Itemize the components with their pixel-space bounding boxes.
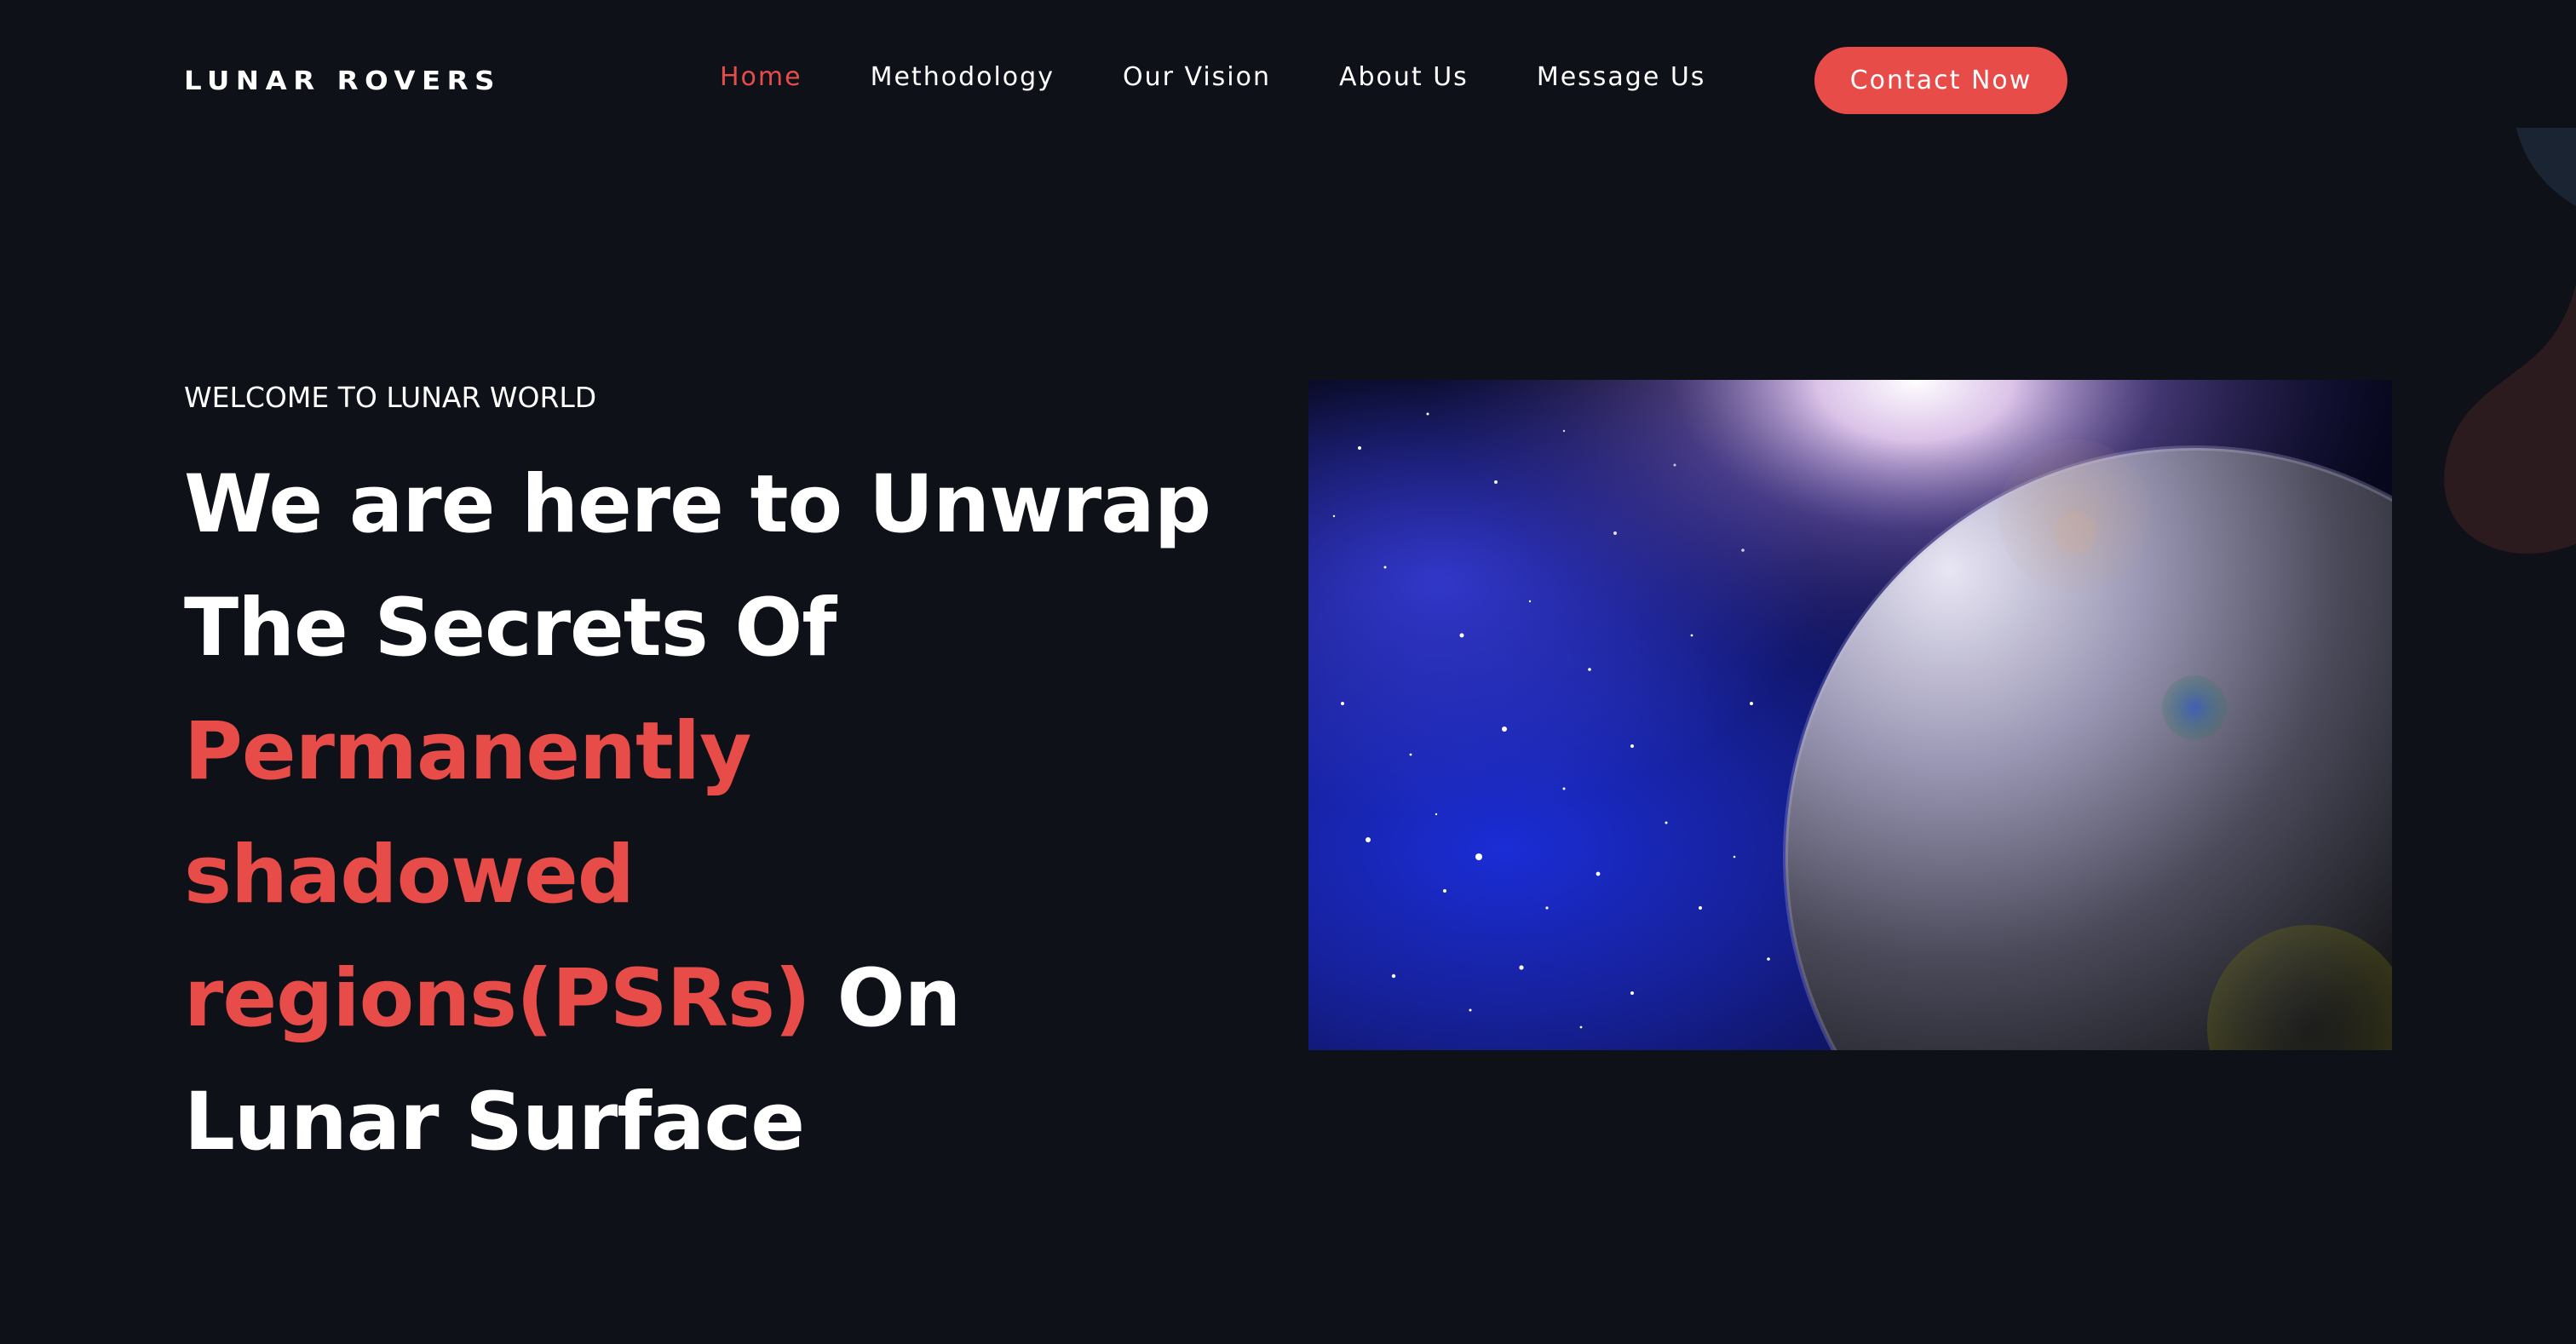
decorative-blob-shape	[2444, 128, 2576, 554]
hero-headline: We are here to Unwrap The Secrets Of Per…	[184, 443, 1325, 1184]
hero-eyebrow: WELCOME TO LUNAR WORLD	[184, 381, 597, 414]
headline-line-1: We are here to Unwrap	[184, 458, 1211, 551]
contact-now-button[interactable]: Contact Now	[1814, 47, 2067, 114]
headline-accent-line-1: Permanently	[184, 705, 751, 798]
page: LUNAR ROVERS Home Methodology Our Vision…	[0, 0, 2576, 1344]
headline-line-5: regions(PSRs) On	[184, 937, 1325, 1060]
nav-item-about-us[interactable]: About Us	[1339, 62, 1469, 92]
headline-last-line: Lunar Surface	[184, 1076, 805, 1169]
planet-space-image	[1308, 380, 2392, 1050]
headline-accent-line-2: shadowed	[184, 829, 635, 922]
nav-item-message-us[interactable]: Message Us	[1537, 62, 1706, 92]
headline-accent-line-3: regions(PSRs)	[184, 952, 811, 1045]
nav-item-home[interactable]: Home	[720, 62, 802, 92]
headline-after-accent: On	[809, 952, 962, 1045]
planet-illustration	[1308, 380, 2392, 1050]
headline-line-2: The Secrets Of	[184, 582, 837, 675]
main-nav: Home Methodology Our Vision About Us Mes…	[720, 62, 1705, 92]
brand-logo[interactable]: LUNAR ROVERS	[184, 66, 501, 96]
nav-item-our-vision[interactable]: Our Vision	[1123, 62, 1271, 92]
nav-item-methodology[interactable]: Methodology	[871, 62, 1055, 92]
